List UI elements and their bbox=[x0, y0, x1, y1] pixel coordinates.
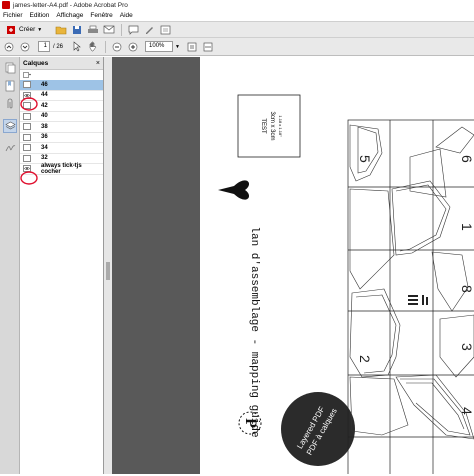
red-annotation-circle bbox=[20, 171, 38, 185]
annotation-overlay bbox=[20, 97, 38, 185]
red-annotation-circle bbox=[20, 97, 38, 111]
